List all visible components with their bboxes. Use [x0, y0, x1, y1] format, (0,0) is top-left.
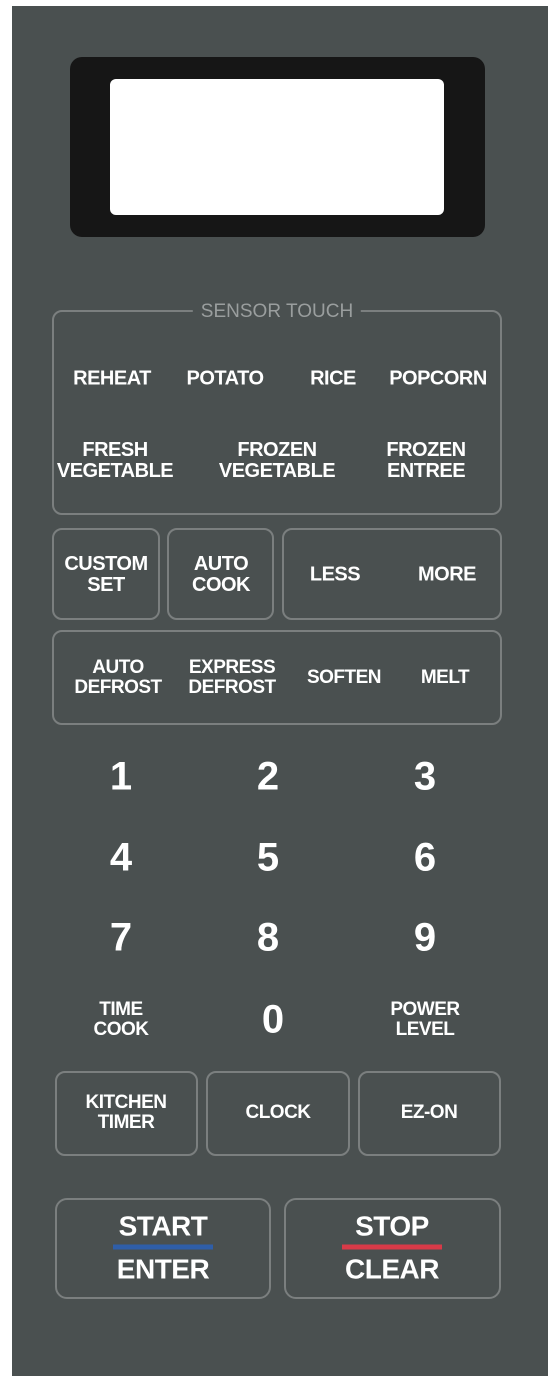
enter-text: ENTER [116, 1253, 210, 1285]
sensor-touch-title: SENSOR TOUCH [192, 301, 362, 323]
key-9[interactable]: 9 [414, 916, 436, 961]
key-0[interactable]: 0 [262, 998, 284, 1043]
frozen-entree-button[interactable]: FROZEN ENTREE [386, 439, 466, 482]
power-level-line2: LEVEL [395, 1019, 455, 1040]
stop-text: STOP [355, 1210, 429, 1242]
control-panel: SENSOR TOUCH REHEAT POTATO RICE POPCORN … [12, 6, 548, 1376]
stop-clear-label: STOP CLEAR [342, 1210, 442, 1285]
key-5[interactable]: 5 [257, 836, 279, 881]
start-text: START [118, 1210, 208, 1242]
fresh-vegetable-line1: FRESH [82, 439, 148, 461]
melt-button[interactable]: MELT [421, 667, 470, 689]
stop-underline [342, 1244, 442, 1250]
display-bezel [70, 57, 485, 237]
time-cook-button[interactable]: TIME COOK [93, 999, 150, 1040]
start-underline [113, 1244, 213, 1250]
frozen-vegetable-line1: FROZEN [237, 439, 317, 461]
frozen-vegetable-button[interactable]: FROZEN VEGETABLE [218, 439, 336, 482]
custom-set-label: CUSTOM SET [64, 553, 148, 596]
key-4[interactable]: 4 [110, 836, 132, 881]
power-level-button[interactable]: POWER LEVEL [390, 999, 460, 1040]
express-defrost-line2: DEFROST [188, 677, 276, 698]
display-screen [110, 79, 444, 215]
less-button[interactable]: LESS [310, 564, 361, 587]
auto-defrost-line2: DEFROST [74, 677, 162, 698]
kitchen-timer-line2: TIMER [97, 1112, 155, 1133]
frozen-vegetable-line2: VEGETABLE [218, 460, 336, 482]
clear-text: CLEAR [345, 1253, 439, 1285]
auto-defrost-line1: AUTO [92, 657, 144, 679]
time-cook-line2: COOK [93, 1019, 150, 1040]
sensor-touch-group [52, 310, 502, 515]
more-button[interactable]: MORE [418, 564, 477, 587]
ez-on-label: EZ-ON [400, 1102, 458, 1123]
key-2[interactable]: 2 [257, 755, 279, 800]
frozen-entree-line2: ENTREE [386, 460, 466, 482]
reheat-button[interactable]: REHEAT [73, 368, 151, 391]
rice-button[interactable]: RICE [310, 368, 356, 391]
potato-button[interactable]: POTATO [187, 368, 265, 391]
time-cook-line1: TIME [99, 999, 143, 1021]
kitchen-timer-label: KITCHEN TIMER [86, 1093, 167, 1133]
key-7[interactable]: 7 [110, 916, 132, 961]
auto-cook-line2: COOK [192, 574, 251, 596]
kitchen-timer-line1: KITCHEN [85, 1092, 167, 1114]
key-3[interactable]: 3 [414, 755, 436, 800]
key-8[interactable]: 8 [257, 916, 279, 961]
frozen-entree-line1: FROZEN [386, 439, 466, 461]
express-defrost-button[interactable]: EXPRESS DEFROST [188, 657, 276, 698]
auto-cook-line1: AUTO [193, 553, 249, 575]
custom-set-line1: CUSTOM [64, 553, 148, 575]
key-1[interactable]: 1 [110, 755, 132, 800]
key-6[interactable]: 6 [414, 836, 436, 881]
express-defrost-line1: EXPRESS [188, 657, 276, 679]
clock-label: CLOCK [245, 1102, 311, 1123]
start-enter-label: START ENTER [113, 1210, 213, 1285]
fresh-vegetable-line2: VEGETABLE [56, 460, 174, 482]
custom-set-line2: SET [87, 574, 125, 596]
power-level-line1: POWER [390, 999, 460, 1021]
soften-button[interactable]: SOFTEN [307, 667, 382, 689]
auto-cook-label: AUTO COOK [192, 553, 251, 596]
popcorn-button[interactable]: POPCORN [389, 368, 487, 391]
fresh-vegetable-button[interactable]: FRESH VEGETABLE [56, 439, 174, 482]
auto-defrost-button[interactable]: AUTO DEFROST [74, 657, 162, 698]
